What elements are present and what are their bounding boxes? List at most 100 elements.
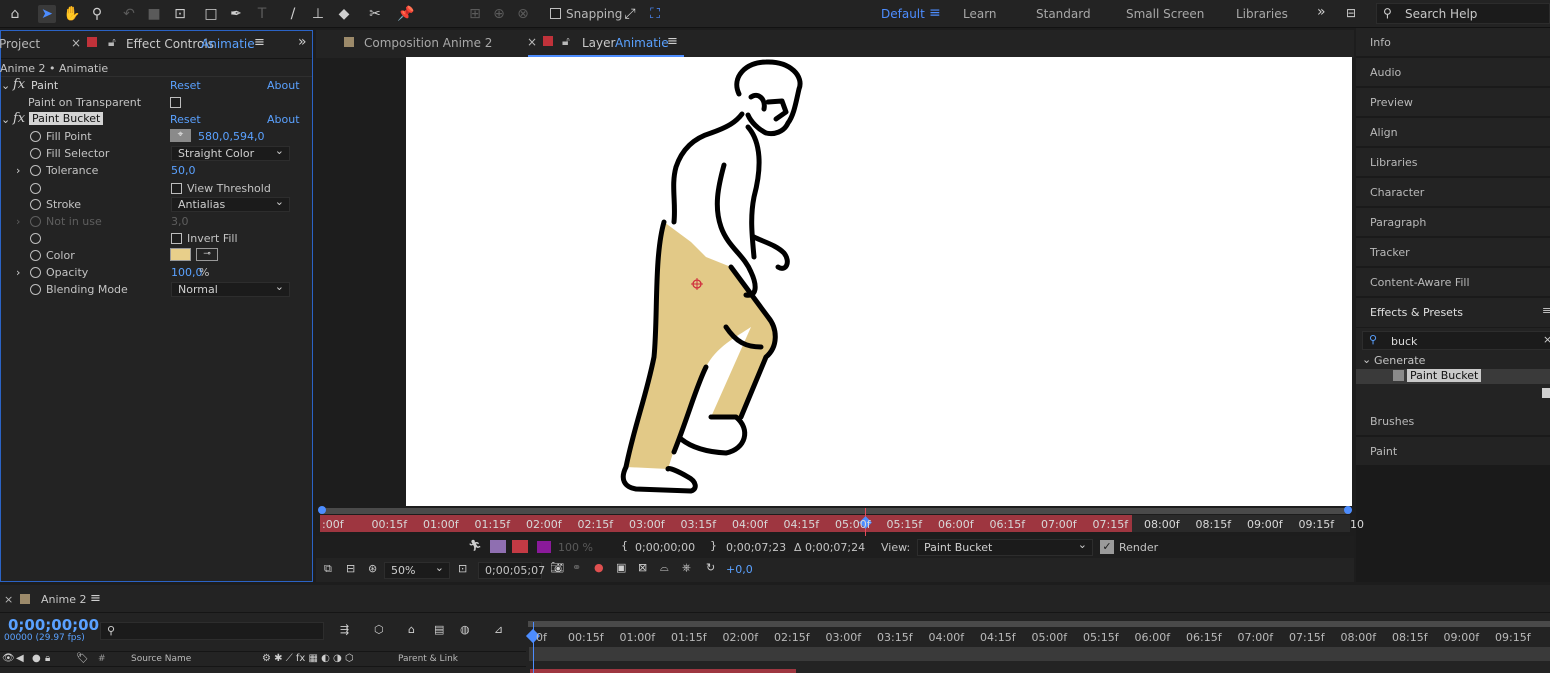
right-panel-item-preview[interactable]: Preview (1356, 88, 1550, 117)
work-area-end-handle[interactable] (1344, 506, 1352, 514)
show-snapshot-icon[interactable]: ⚭ (572, 561, 581, 574)
paint-on-transparent-checkbox[interactable] (170, 97, 181, 108)
panel-menu-icon[interactable]: ≡ (90, 591, 101, 606)
stopwatch-icon[interactable] (30, 250, 41, 261)
panel-menu-icon[interactable]: ≡ (254, 35, 265, 50)
stopwatch-icon[interactable] (30, 233, 41, 244)
puppet-pin-icon[interactable]: 📌 (397, 5, 415, 23)
rectangle-icon[interactable]: □ (202, 5, 220, 23)
motion-blur-icon[interactable]: ◍ (460, 623, 470, 636)
timeline-timecode[interactable]: 0;00;00;00 (8, 616, 99, 634)
motion-path-icon[interactable] (512, 540, 528, 553)
set-out-icon[interactable]: } (710, 539, 717, 552)
workspace-libraries[interactable]: Libraries (1236, 7, 1288, 21)
tab-effect-controls-layer[interactable]: Animatie (201, 37, 255, 51)
switches-icon[interactable]: ⚙︎ ✱ ⟋ fx ▦ ◐ ◑ ⬡ (262, 653, 354, 664)
effect-paint-bucket-row[interactable]: ⌄ fx Paint Bucket Reset About (1, 111, 301, 128)
eyedropper-icon[interactable]: ⊸ (196, 248, 218, 261)
snapping-checkbox[interactable] (550, 8, 561, 19)
layer-bar[interactable] (530, 669, 796, 673)
render-checkbox[interactable]: ✓ (1100, 540, 1114, 554)
right-panel-item-paint[interactable]: Paint (1356, 437, 1550, 466)
effect-paint-row[interactable]: ⌄ fx Paint Reset About (1, 77, 301, 94)
tolerance-value[interactable]: 50,0 (171, 164, 196, 177)
workspace-small-screen[interactable]: Small Screen (1126, 7, 1204, 21)
frame-blending-icon[interactable]: ▤ (434, 623, 444, 636)
right-panel-item-character[interactable]: Character (1356, 178, 1550, 207)
chevron-down-icon[interactable]: ⌄ (1362, 353, 1371, 366)
workspace-overflow-icon[interactable]: » (1317, 4, 1326, 20)
panel-menu-icon[interactable]: ≡ (667, 34, 678, 49)
current-timecode[interactable]: 0;00;05;07 (478, 562, 545, 579)
paint-bucket-about-link[interactable]: About (267, 113, 300, 126)
monitor-icon[interactable]: ⊟ (346, 562, 355, 575)
invert-fill-checkbox[interactable] (171, 233, 182, 244)
guides-icon[interactable]: ⎈ (682, 561, 691, 575)
stopwatch-icon[interactable] (30, 131, 41, 142)
work-area-start-handle[interactable] (318, 506, 326, 514)
panel-overflow-icon[interactable]: » (298, 34, 307, 50)
stopwatch-icon[interactable] (30, 183, 41, 194)
fit-icon[interactable]: ⊡ (458, 562, 467, 575)
color-swatch[interactable] (170, 248, 191, 261)
workspace-window-icon[interactable]: ⊟ (1346, 6, 1356, 20)
draft-3d-icon[interactable]: ⬡ (374, 623, 384, 636)
roto-brush-icon[interactable]: ✂ (366, 5, 384, 23)
workspace-standard[interactable]: Standard (1036, 7, 1091, 21)
tab-anime-2[interactable]: Anime 2 (41, 593, 87, 606)
axis-view-icon[interactable]: ⊗ (514, 5, 532, 23)
onion-skin-icon[interactable] (490, 540, 506, 553)
view-options-icon[interactable]: ⌓ (660, 561, 669, 575)
effect-result-paint-bucket[interactable]: Paint Bucket (1407, 369, 1482, 382)
solo-icon[interactable]: ● (32, 653, 41, 664)
brush-icon[interactable]: / (284, 5, 302, 23)
timeline-search-box[interactable]: ⚲ (100, 622, 324, 640)
fx-icon[interactable]: fx (13, 77, 25, 92)
search-help-box[interactable]: ⚲ Search Help (1376, 3, 1550, 24)
hand-icon[interactable]: ✋ (63, 5, 81, 23)
zoom-icon[interactable]: ⚲ (88, 5, 106, 23)
axis-world-icon[interactable]: ⊕ (490, 5, 508, 23)
in-time[interactable]: 0;00;00;00 (635, 541, 695, 554)
lock-icon[interactable]: 🔒︎ (45, 653, 50, 664)
clear-search-icon[interactable]: × (1543, 333, 1550, 346)
fill-point-value[interactable]: 580,0,594,0 (198, 130, 264, 143)
workspace-menu-icon[interactable]: ≡ (929, 5, 941, 21)
exposure-value[interactable]: +0,0 (726, 563, 753, 576)
right-panel-item-brushes[interactable]: Brushes (1356, 407, 1550, 436)
label-tag-icon[interactable]: 🏷︎ (76, 653, 89, 664)
audio-icon[interactable]: ◀︎ (16, 653, 24, 664)
mask-icon[interactable]: ⊛ (368, 562, 377, 575)
snap-features-icon[interactable]: ⛶ (646, 5, 664, 23)
selection-arrow-icon[interactable]: ➤ (38, 5, 56, 23)
stopwatch-icon[interactable] (30, 165, 41, 176)
close-icon[interactable]: × (4, 593, 13, 606)
workspace-default[interactable]: Default (881, 7, 925, 21)
transparency-grid-icon[interactable]: ⊠ (638, 561, 647, 574)
right-panel-item-libraries[interactable]: Libraries (1356, 148, 1550, 177)
right-panel-item-content-aware-fill[interactable]: Content-Aware Fill (1356, 268, 1550, 297)
home-icon[interactable]: ⌂ (6, 5, 24, 23)
snapshot-icon[interactable]: 📷︎ (550, 561, 564, 574)
effects-category-generate[interactable]: Generate (1374, 354, 1425, 367)
chevron-right-icon[interactable]: › (16, 266, 20, 279)
stopwatch-icon[interactable] (30, 148, 41, 159)
visibility-icon[interactable]: 👁︎ (2, 653, 15, 664)
column-source-name[interactable]: Source Name (131, 654, 191, 664)
axis-local-icon[interactable]: ⊞ (466, 5, 484, 23)
text-icon[interactable]: T (253, 5, 271, 23)
column-parent-link[interactable]: Parent & Link (398, 654, 458, 664)
graph-editor-icon[interactable]: ⊿ (494, 623, 503, 636)
set-in-icon[interactable]: { (621, 539, 628, 552)
paint-reset-link[interactable]: Reset (170, 79, 201, 92)
tab-composition[interactable]: Composition Anime 2 (364, 36, 492, 50)
right-panel-item-paragraph[interactable]: Paragraph (1356, 208, 1550, 237)
lock-icon[interactable]: 🔓︎ (562, 34, 570, 49)
work-area-bar[interactable] (320, 508, 1350, 514)
effects-search-box[interactable]: ⚲ buck × (1362, 331, 1550, 350)
stopwatch-icon[interactable] (30, 267, 41, 278)
pan-behind-icon[interactable]: ⊡ (171, 5, 189, 23)
lock-icon[interactable]: 🔓︎ (108, 35, 116, 50)
crosshair-icon[interactable]: ⌖ (170, 129, 191, 142)
camera-icon[interactable]: ■ (145, 5, 163, 23)
